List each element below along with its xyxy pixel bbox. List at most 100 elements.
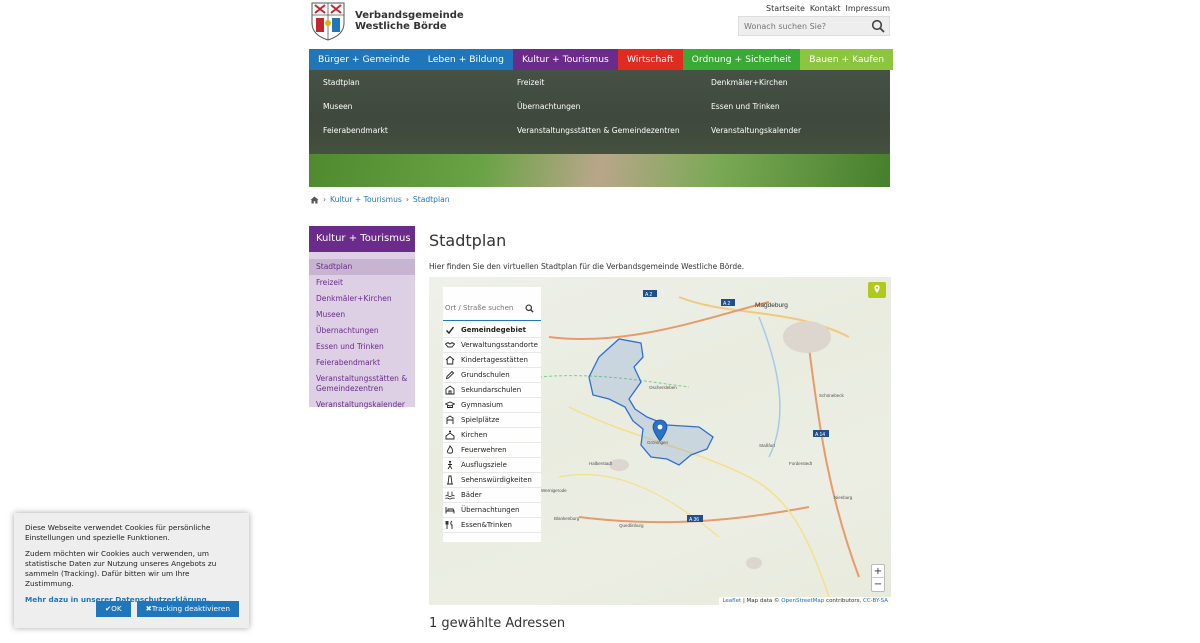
sidebar-item-freizeit[interactable]: Freizeit <box>309 275 415 291</box>
layer-filter-panel: Gemeindegebiet Verwaltungsstandorte Kind… <box>443 287 541 542</box>
layer-baeder[interactable]: Bäder <box>443 488 541 503</box>
church-icon <box>445 430 455 440</box>
site-name-line1: Verbandsgemeinde <box>355 10 464 21</box>
mega-item-feierabendmarkt[interactable]: Feierabendmarkt <box>323 126 388 135</box>
layer-gymnasium[interactable]: Gymnasium <box>443 398 541 413</box>
playground-icon <box>446 415 454 424</box>
sidebar-item-essen-trinken[interactable]: Essen und Trinken <box>309 339 415 355</box>
sidebar-title[interactable]: Kultur + Tourismus <box>309 226 415 252</box>
main-nav: Bürger + Gemeinde Leben + Bildung Kultur… <box>309 49 894 70</box>
cookie-text-2: Zudem möchten wir Cookies auch verwenden… <box>25 549 217 588</box>
breadcrumb-separator: › <box>323 195 327 204</box>
nav-wirtschaft[interactable]: Wirtschaft <box>617 49 683 70</box>
map-label-blankenburg: Blankenburg <box>554 516 580 521</box>
kontakt-link[interactable]: Kontakt <box>810 4 841 13</box>
graduation-icon <box>445 401 455 408</box>
site-name-line2: Westliche Börde <box>355 21 447 32</box>
startseite-link[interactable]: Startseite <box>766 4 805 13</box>
sidebar-item-stadtplan[interactable]: Stadtplan <box>309 259 415 275</box>
map-label-schoenebeck: Schönebeck <box>819 393 845 398</box>
sidebar-menu: Stadtplan Freizeit Denkmäler+Kirchen Mus… <box>309 252 415 409</box>
page-title: Stadtplan <box>429 231 507 250</box>
site-logo[interactable]: Verbandsgemeinde Westliche Börde <box>310 1 464 41</box>
site-search <box>738 16 890 36</box>
pool-icon <box>445 491 455 500</box>
map-road-a2-east: A 2 <box>723 301 730 307</box>
map-label-nienburg: Nienburg <box>834 495 853 500</box>
zoom-control: + − <box>871 564 885 592</box>
pencil-icon <box>445 370 455 380</box>
map-attribution: Leaflet | Map data © OpenStreetMap contr… <box>719 597 891 605</box>
locate-button[interactable] <box>868 282 886 298</box>
breadcrumb: › Kultur + Tourismus › Stadtplan <box>310 195 450 204</box>
sidebar-item-veranstaltungsstaetten[interactable]: Veranstaltungsstätten & Gemeindezentren <box>309 371 415 397</box>
impressum-link[interactable]: Impressum <box>846 4 890 13</box>
layer-verwaltungsstandorte[interactable]: Verwaltungsstandorte <box>443 338 541 353</box>
hiker-icon <box>447 460 453 470</box>
nav-bauen-kaufen[interactable]: Bauen + Kaufen <box>800 49 894 70</box>
attribution-rest: contributors, <box>826 598 862 604</box>
layer-uebernachtungen[interactable]: Übernachtungen <box>443 503 541 518</box>
map-pin-icon <box>874 285 880 293</box>
leaflet-link[interactable]: Leaflet <box>722 598 741 604</box>
layer-grundschulen[interactable]: Grundschulen <box>443 368 541 383</box>
sidebar-item-museen[interactable]: Museen <box>309 307 415 323</box>
nav-leben-bildung[interactable]: Leben + Bildung <box>418 49 513 70</box>
breadcrumb-kultur-tourismus[interactable]: Kultur + Tourismus <box>330 195 402 204</box>
map-search-icon[interactable] <box>525 303 534 313</box>
hero-fields <box>309 154 890 187</box>
layer-spielplaetze[interactable]: Spielplätze <box>443 413 541 428</box>
mega-item-uebernachtungen[interactable]: Übernachtungen <box>517 102 580 111</box>
map-road-a2: A 2 <box>645 292 652 298</box>
layer-sehenswuerdigkeiten[interactable]: Sehenswürdigkeiten <box>443 473 541 488</box>
mega-item-stadtplan[interactable]: Stadtplan <box>323 78 360 87</box>
nav-buerger-gemeinde[interactable]: Bürger + Gemeinde <box>309 49 419 70</box>
breadcrumb-stadtplan[interactable]: Stadtplan <box>413 195 450 204</box>
osm-link[interactable]: OpenStreetMap <box>781 598 824 604</box>
layer-feuerwehren[interactable]: Feuerwehren <box>443 443 541 458</box>
tracking-deactivate-button[interactable]: ✖Tracking deaktivieren <box>136 601 239 617</box>
zoom-out-button[interactable]: − <box>872 578 884 591</box>
layer-kirchen[interactable]: Kirchen <box>443 428 541 443</box>
zoom-in-button[interactable]: + <box>872 565 884 578</box>
monument-icon <box>447 475 453 485</box>
layer-ausflugsziele[interactable]: Ausflugsziele <box>443 458 541 473</box>
check-icon <box>446 326 455 335</box>
layer-essen-trinken[interactable]: Essen&Trinken <box>443 518 541 533</box>
school-icon <box>445 385 455 395</box>
sidebar-item-veranstaltungskalender[interactable]: Veranstaltungskalender <box>309 397 415 413</box>
handshake-icon <box>445 341 455 348</box>
map-road-a36: A 36 <box>689 517 699 523</box>
fire-icon <box>446 445 454 454</box>
search-icon[interactable] <box>871 19 885 33</box>
cookie-text-1: Diese Webseite verwendet Cookies für per… <box>25 523 211 542</box>
mega-item-veranstaltungskalender[interactable]: Veranstaltungskalender <box>711 126 801 135</box>
home-icon[interactable] <box>310 196 319 204</box>
sidebar-item-uebernachtungen[interactable]: Übernachtungen <box>309 323 415 339</box>
map-label-groeningen: Gröningen <box>647 440 669 445</box>
license-link[interactable]: CC-BY-SA <box>863 598 888 604</box>
mega-menu: Stadtplan Museen Feierabendmarkt Freizei… <box>309 70 890 154</box>
mega-item-freizeit[interactable]: Freizeit <box>517 78 544 87</box>
mega-item-museen[interactable]: Museen <box>323 102 352 111</box>
mega-item-denkmaeler[interactable]: Denkmäler+Kirchen <box>711 78 788 87</box>
mega-item-essen-trinken[interactable]: Essen und Trinken <box>711 102 780 111</box>
search-input[interactable] <box>739 21 867 31</box>
map-search-input[interactable] <box>445 304 525 312</box>
sidebar-item-feierabendmarkt[interactable]: Feierabendmarkt <box>309 355 415 371</box>
layer-sekundarschulen[interactable]: Sekundarschulen <box>443 383 541 398</box>
layer-gemeindegebiet[interactable]: Gemeindegebiet <box>443 323 541 338</box>
sidebar-item-denkmaeler[interactable]: Denkmäler+Kirchen <box>309 291 415 307</box>
map-road-a14: A 14 <box>815 432 825 438</box>
nav-kultur-tourismus[interactable]: Kultur + Tourismus <box>512 49 618 70</box>
city-map[interactable]: Magdeburg Schönebeck Oschersleben Halber… <box>429 277 891 605</box>
cookie-banner: Diese Webseite verwendet Cookies für per… <box>14 513 249 628</box>
results-title: 1 gewählte Adressen <box>429 616 566 631</box>
map-label-wernigerode: Wernigerode <box>541 488 567 493</box>
nav-ordnung-sicherheit[interactable]: Ordnung + Sicherheit <box>682 49 801 70</box>
mega-item-veranstaltungsstaetten[interactable]: Veranstaltungsstätten & Gemeindezentren <box>517 126 680 135</box>
cookie-ok-button[interactable]: ✔OK <box>96 601 131 617</box>
layer-kindertagesstaetten[interactable]: Kindertagesstätten <box>443 353 541 368</box>
coat-of-arms-icon <box>311 2 345 41</box>
house-icon <box>445 355 455 365</box>
